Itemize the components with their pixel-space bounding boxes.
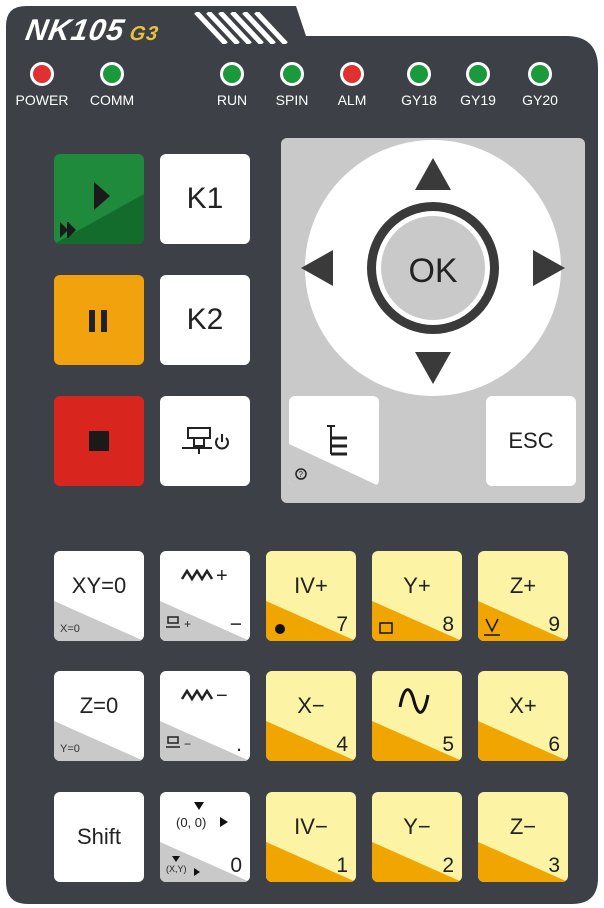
led-indicator-icon — [100, 62, 124, 86]
led-indicator-icon — [220, 62, 244, 86]
y-plus-num: 8 — [442, 613, 454, 636]
y-plus-button[interactable]: Y+ 8 — [372, 551, 462, 641]
z-zero-label: Z=0 — [79, 693, 119, 718]
x-plus-button[interactable]: X+ 6 — [478, 671, 568, 761]
led-indicator-icon — [340, 62, 364, 86]
led-4: ALM — [320, 62, 384, 108]
brand-generation: G3 — [127, 23, 161, 45]
y-minus-button[interactable]: Y− 2 — [372, 792, 462, 882]
z-minus-button[interactable]: Z− 3 — [478, 792, 568, 882]
y-zero-sub: Y=0 — [60, 743, 80, 755]
led-indicator-icon — [407, 62, 431, 86]
k2-button[interactable]: K2 — [160, 275, 250, 365]
play-icon — [54, 182, 144, 244]
zigzag-icon — [180, 568, 214, 582]
iv-minus-num: 1 — [336, 854, 348, 877]
k1-label: K1 — [186, 182, 224, 215]
stop-button[interactable] — [54, 396, 144, 486]
spindle-power-icon — [182, 427, 229, 454]
led-indicator-icon — [30, 62, 54, 86]
controller-panel: NK105G3 POWER COMM RUN SPIN ALM GY18 GY19 GY20 … — [6, 6, 598, 904]
iv-minus-button[interactable]: IV− 1 — [266, 792, 356, 882]
led-label: GY20 — [522, 92, 558, 108]
led-label: POWER — [15, 92, 69, 108]
led-6: GY19 — [446, 62, 510, 108]
y-minus-label: Y− — [403, 814, 431, 839]
xy-zero-label: XY=0 — [71, 573, 127, 598]
z-plus-num: 9 — [548, 613, 560, 636]
brand-stripes — [194, 12, 288, 44]
xy-zero-button[interactable]: XY=0 X=0 — [54, 551, 144, 641]
step-mode-button[interactable]: 5 — [372, 671, 462, 761]
led-1: COMM — [80, 62, 144, 108]
stop-icon — [89, 431, 109, 451]
x-plus-num: 6 — [548, 733, 560, 756]
esc-button[interactable]: ESC — [486, 396, 576, 486]
led-2: RUN — [200, 62, 264, 108]
spindle-power-button[interactable] — [160, 396, 250, 486]
led-label: COMM — [89, 92, 135, 108]
led-label: RUN — [216, 92, 248, 108]
rotary-axis-icon — [275, 624, 285, 634]
left-arrow-icon — [220, 817, 228, 827]
pause-icon — [89, 310, 107, 332]
shift-button[interactable]: Shift — [54, 792, 144, 882]
x-minus-num: 4 — [336, 733, 348, 756]
feed-minus-num: . — [236, 733, 242, 756]
iv-plus-num: 7 — [336, 613, 348, 636]
iv-minus-label: IV− — [294, 814, 328, 839]
led-indicator-icon — [466, 62, 490, 86]
z-zero-button[interactable]: Z=0 Y=0 — [54, 671, 144, 761]
spindle-plus-sub: + — [184, 617, 192, 631]
esc-label: ESC — [508, 428, 554, 453]
ok-label: OK — [408, 252, 458, 290]
feed-plus-sign: + — [216, 565, 228, 587]
menu-tree-icon: ? — [289, 425, 379, 486]
x-minus-button[interactable]: X− 4 — [266, 671, 356, 761]
brand-logo: NK105G3 — [23, 14, 162, 48]
led-label: ALM — [337, 92, 367, 108]
z-plus-label: Z+ — [509, 573, 537, 598]
wave-icon — [398, 688, 430, 714]
iv-plus-button[interactable]: IV+ 7 — [266, 551, 356, 641]
z-minus-num: 3 — [548, 854, 560, 877]
z-minus-label: Z− — [509, 814, 537, 839]
feed-increase-button[interactable]: + + − — [160, 551, 250, 641]
y-minus-num: 2 — [442, 854, 454, 877]
menu-button[interactable]: ? — [289, 396, 379, 486]
feed-minus-sign: − — [216, 685, 228, 707]
x-plus-label: X+ — [509, 693, 537, 718]
z-plus-button[interactable]: Z+ 9 — [478, 551, 568, 641]
down-arrow-icon — [194, 802, 204, 810]
start-button[interactable] — [54, 154, 144, 244]
spindle-minus-sub: − — [184, 737, 192, 751]
shift-label: Shift — [76, 824, 122, 849]
led-3: SPIN — [260, 62, 324, 108]
led-indicator-icon — [280, 62, 304, 86]
feed-plus-num: − — [229, 613, 242, 636]
origin-sub: (X,Y) — [166, 864, 187, 874]
x-minus-label: X− — [297, 693, 325, 718]
pause-button[interactable] — [54, 275, 144, 365]
origin-num: 0 — [230, 854, 242, 877]
led-7: GY20 — [508, 62, 572, 108]
k2-label: K2 — [186, 303, 224, 336]
x-zero-sub: X=0 — [60, 623, 80, 635]
origin-button[interactable]: (0, 0) (X,Y) 0 — [160, 792, 250, 882]
led-5: GY18 — [387, 62, 451, 108]
zigzag-icon — [180, 688, 214, 702]
led-label: GY18 — [401, 92, 437, 108]
led-label: SPIN — [275, 92, 309, 108]
origin-label: (0, 0) — [176, 815, 207, 830]
k1-button[interactable]: K1 — [160, 154, 250, 244]
step-num: 5 — [442, 733, 454, 756]
svg-text:?: ? — [299, 470, 304, 479]
iv-plus-label: IV+ — [294, 573, 328, 598]
y-plus-label: Y+ — [403, 573, 431, 598]
led-indicator-icon — [528, 62, 552, 86]
led-label: GY19 — [460, 92, 496, 108]
led-0: POWER — [10, 62, 74, 108]
feed-decrease-button[interactable]: − − . — [160, 671, 250, 761]
brand-model: NK105 — [23, 14, 128, 47]
